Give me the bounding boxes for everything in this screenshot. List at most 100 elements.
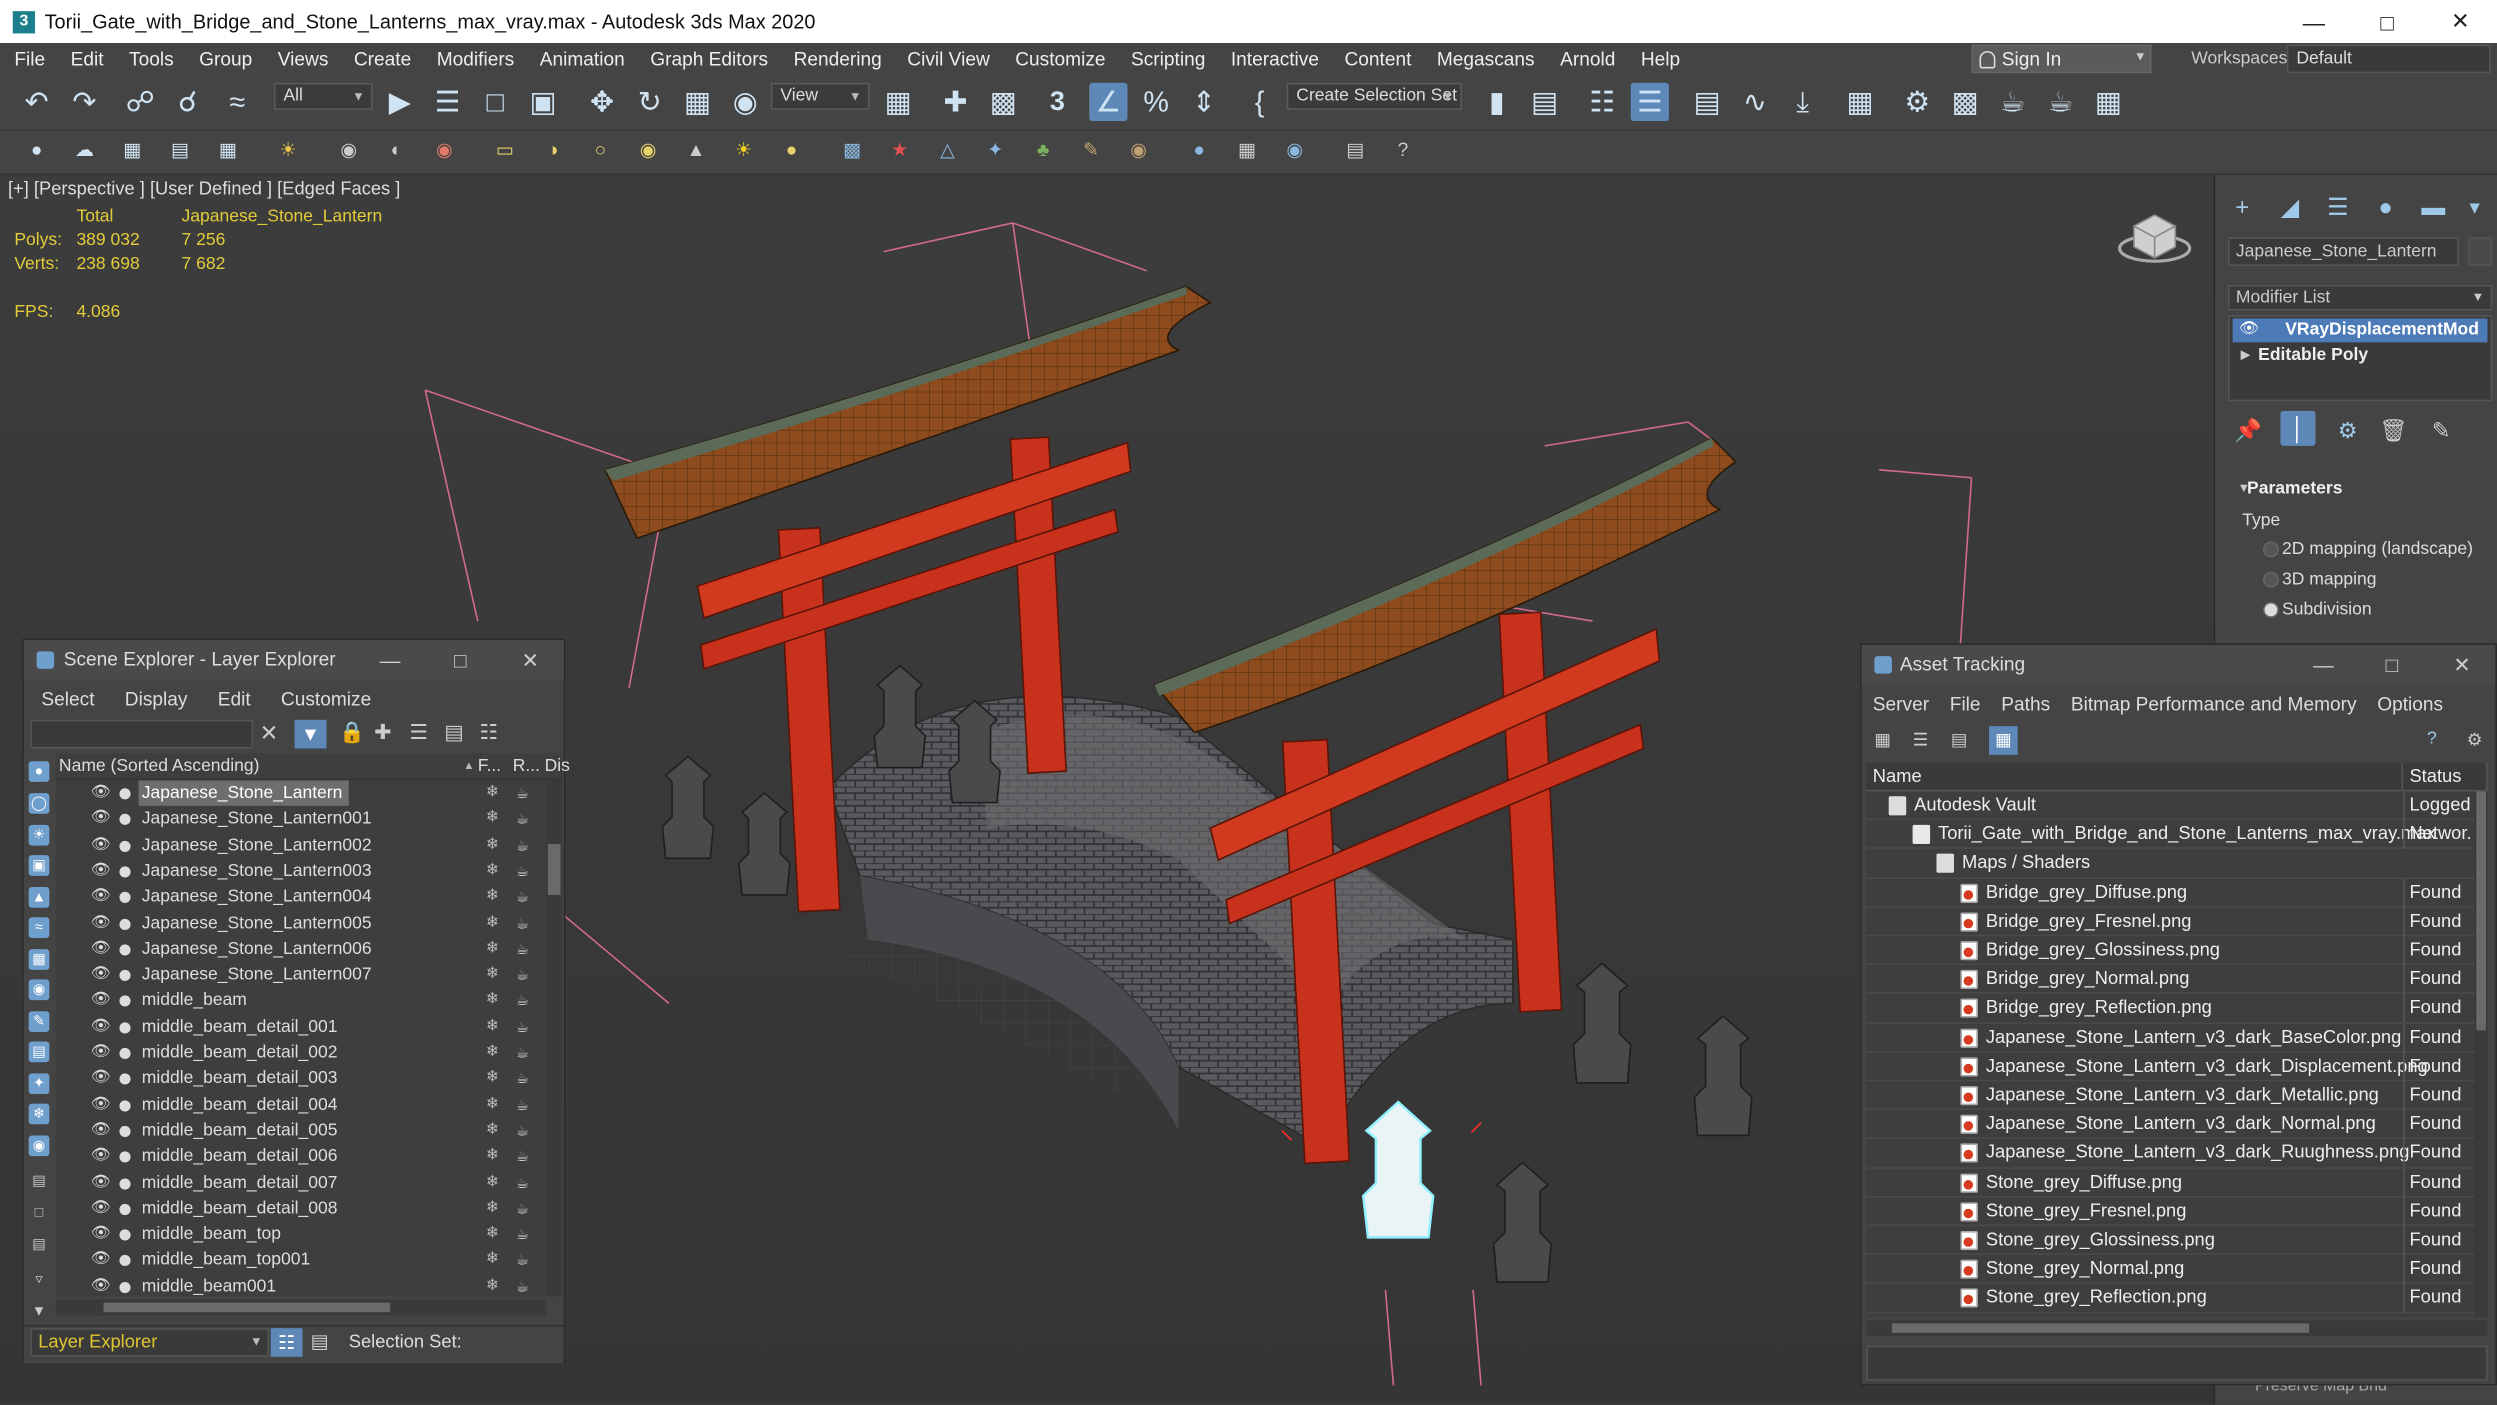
freeze-icon[interactable]: ❄ bbox=[486, 1118, 499, 1143]
close-icon[interactable]: ✕ bbox=[2424, 0, 2497, 43]
maximize-icon[interactable]: □ bbox=[2351, 0, 2424, 43]
table-row[interactable]: 👁 middle_beam_detail_001 ❄ ☕ bbox=[56, 1014, 546, 1040]
export-icon[interactable]: ▤ bbox=[1341, 135, 1370, 164]
utilities-tab-icon[interactable]: ▼ bbox=[2457, 191, 2492, 226]
freeze-icon[interactable]: ❄ bbox=[486, 884, 499, 909]
renderable-teapot-icon[interactable]: ☕ bbox=[516, 1170, 529, 1195]
new-layer-icon[interactable]: ✚ bbox=[374, 720, 391, 745]
list-view-icon[interactable]: ☰ bbox=[1913, 729, 1929, 750]
display-none-icon[interactable]: □ bbox=[29, 1202, 50, 1223]
table-row[interactable]: Japanese_Stone_Lantern_v3_dark_BaseColor… bbox=[1866, 1023, 2488, 1053]
table-row[interactable]: Maps / Shaders bbox=[1866, 849, 2488, 879]
mtl-convert-icon[interactable]: ▦ bbox=[1233, 135, 1262, 164]
display-groups-icon[interactable]: ▦ bbox=[28, 949, 50, 970]
table-row[interactable]: Bridge_grey_Normal.png Found bbox=[1866, 965, 2488, 995]
sign-in-chevron-icon[interactable]: ▼ bbox=[2134, 49, 2147, 63]
table-row[interactable]: 👁 middle_beam_detail_008 ❄ ☕ bbox=[56, 1196, 546, 1222]
menu-graph-editors[interactable]: Graph Editors bbox=[636, 47, 779, 69]
at-menu-file[interactable]: File bbox=[1939, 688, 1991, 720]
bind-spacewarp-icon[interactable]: ≈ bbox=[218, 83, 256, 121]
renderable-teapot-icon[interactable]: ☕ bbox=[516, 1092, 529, 1117]
table-row[interactable]: Stone_grey_Normal.png Found bbox=[1866, 1255, 2488, 1285]
edit-named-sets-icon[interactable]: { bbox=[1241, 83, 1279, 121]
keyboard-shortcut-icon[interactable]: ▩ bbox=[984, 83, 1022, 121]
table-row[interactable]: Japanese_Stone_Lantern_v3_dark_Displacem… bbox=[1866, 1052, 2488, 1082]
table-row[interactable]: Stone_grey_Fresnel.png Found bbox=[1866, 1197, 2488, 1227]
ribbon-icon[interactable]: ▤ bbox=[1688, 83, 1726, 121]
viewcube-icon[interactable] bbox=[2115, 204, 2195, 268]
redo-icon[interactable]: ↷ bbox=[65, 83, 103, 121]
freeze-icon[interactable]: ❄ bbox=[486, 1092, 499, 1117]
remove-modifier-icon[interactable]: 🗑 bbox=[2379, 417, 2407, 444]
layers-icon[interactable]: ☷ bbox=[479, 720, 498, 745]
align-icon[interactable]: ▤ bbox=[1526, 83, 1564, 121]
table-row[interactable]: Bridge_grey_Reflection.png Found bbox=[1866, 994, 2488, 1024]
renderable-teapot-icon[interactable]: ☕ bbox=[516, 910, 529, 935]
filter-icon[interactable]: ▼ bbox=[294, 719, 327, 749]
workspace-select[interactable]: Default bbox=[2286, 44, 2491, 74]
reference-coordinate-dropdown[interactable]: View bbox=[770, 82, 870, 110]
refresh-icon[interactable]: ▦ bbox=[1874, 729, 1891, 750]
visibility-eye-icon[interactable]: 👁 bbox=[91, 806, 111, 831]
filter-funnel-icon[interactable]: ▼ bbox=[29, 1301, 50, 1322]
display-invert-icon[interactable]: ▤ bbox=[29, 1234, 50, 1255]
modifier-stack-item[interactable]: Editable Poly bbox=[2233, 344, 2488, 368]
visibility-eye-icon[interactable]: 👁 bbox=[91, 1066, 111, 1091]
freeze-icon[interactable]: ❄ bbox=[486, 1014, 499, 1039]
renderable-teapot-icon[interactable]: ☕ bbox=[516, 832, 529, 857]
mesh-light-icon[interactable]: ◉ bbox=[634, 135, 663, 164]
volume-icon[interactable]: ◉ bbox=[1124, 135, 1153, 164]
viewport-label[interactable]: [+] [Perspective ] [User Defined ] [Edge… bbox=[8, 180, 400, 199]
cloud-icon[interactable]: ☁ bbox=[70, 135, 99, 164]
frame-buffer-icon[interactable]: ▦ bbox=[118, 135, 147, 164]
visibility-eye-icon[interactable]: 👁 bbox=[91, 1144, 111, 1169]
display-geometry-icon[interactable]: ● bbox=[28, 761, 50, 782]
light-lister-icon[interactable]: ☀ bbox=[274, 135, 303, 164]
display-helpers-icon[interactable]: ▲ bbox=[28, 887, 50, 908]
asset-path-field[interactable] bbox=[1866, 1345, 2488, 1381]
display-frozen-icon[interactable]: ❄ bbox=[28, 1103, 50, 1125]
table-row[interactable]: 👁 middle_beam_top ❄ ☕ bbox=[56, 1222, 546, 1248]
scale-icon[interactable]: ▦ bbox=[678, 83, 716, 121]
at-menu-options[interactable]: Options bbox=[2366, 688, 2453, 720]
table-row[interactable]: 👁 Japanese_Stone_Lantern007 ❄ ☕ bbox=[56, 962, 546, 988]
clipper-icon[interactable]: ✎ bbox=[1077, 135, 1106, 164]
renderable-teapot-icon[interactable]: ☕ bbox=[516, 1014, 529, 1039]
renderable-teapot-icon[interactable]: ☕ bbox=[516, 1066, 529, 1091]
hierarchy-mode-icon[interactable]: ▤ bbox=[311, 1330, 329, 1352]
visibility-eye-icon[interactable]: 👁 bbox=[91, 936, 111, 961]
visibility-eye-icon[interactable]: 👁 bbox=[91, 1170, 111, 1195]
col-frozen[interactable]: F... bbox=[478, 753, 501, 780]
menu-arnold[interactable]: Arnold bbox=[1546, 47, 1627, 69]
move-icon[interactable]: ✥ bbox=[583, 83, 621, 121]
display-bones-icon[interactable]: ✎ bbox=[28, 1011, 50, 1032]
display-all-icon[interactable]: ▤ bbox=[29, 1170, 50, 1191]
undo-icon[interactable]: ↶ bbox=[18, 83, 56, 121]
expand-arrow-icon[interactable]: ▶ bbox=[2241, 347, 2251, 361]
display-hidden-icon[interactable]: ◉ bbox=[28, 1135, 50, 1157]
table-view-icon[interactable]: ▤ bbox=[1951, 729, 1968, 750]
layers-mode-icon[interactable]: ☷ bbox=[270, 1328, 303, 1357]
visibility-eye-icon[interactable]: 👁 bbox=[91, 884, 111, 909]
at-menu-server[interactable]: Server bbox=[1862, 688, 1939, 720]
freeze-icon[interactable]: ❄ bbox=[486, 910, 499, 935]
at-menu-bitmap[interactable]: Bitmap Performance and Memory bbox=[2060, 688, 2366, 720]
freeze-icon[interactable]: ❄ bbox=[486, 1196, 499, 1221]
menu-civil-view[interactable]: Civil View bbox=[893, 47, 1001, 69]
renderable-teapot-icon[interactable]: ☕ bbox=[516, 936, 529, 961]
table-row[interactable]: 👁 middle_beam_detail_003 ❄ ☕ bbox=[56, 1066, 546, 1092]
menu-create[interactable]: Create bbox=[340, 47, 423, 69]
render-iterative-icon[interactable]: ☕ bbox=[2042, 83, 2080, 121]
make-unique-icon[interactable]: ⚙ bbox=[2338, 417, 2358, 444]
radio-subdivision[interactable] bbox=[2262, 601, 2279, 618]
se-menu-customize[interactable]: Customize bbox=[263, 683, 384, 715]
scrollbar-thumb[interactable] bbox=[2476, 791, 2486, 1031]
close-icon[interactable]: ✕ bbox=[498, 640, 562, 680]
col-display[interactable]: Dis bbox=[545, 753, 570, 780]
selection-filter-dropdown[interactable]: All bbox=[273, 82, 373, 110]
vray-fur-icon[interactable]: ★ bbox=[885, 135, 914, 164]
scene-search-input[interactable] bbox=[30, 719, 254, 749]
visibility-eye-icon[interactable]: 👁 bbox=[91, 780, 111, 805]
menu-help[interactable]: Help bbox=[1626, 47, 1691, 69]
doc-icon[interactable]: ▤ bbox=[166, 135, 195, 164]
